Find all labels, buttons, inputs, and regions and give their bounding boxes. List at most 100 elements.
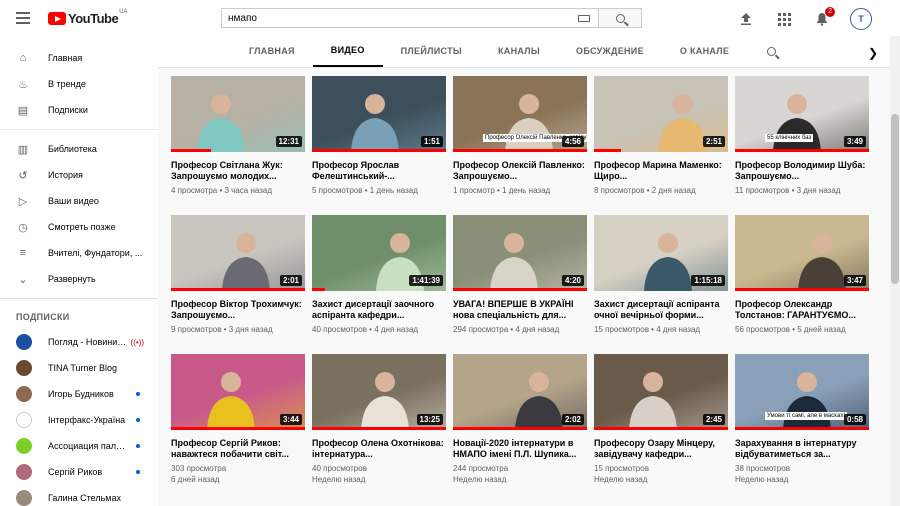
tab-0[interactable]: ГЛАВНАЯ [158,35,313,67]
video-thumbnail[interactable]: 2:02 [453,354,587,430]
notification-count-badge: 2 [825,7,835,17]
subscription-name: Інтерфакс-Україна [48,415,126,425]
channel-tabs: ГЛАВНАЯ ВИДЕО ПЛЕЙЛИСТЫ КАНАЛЫ ОБСУЖДЕНИЕ О К… [158,36,890,68]
notifications-button[interactable]: 2 [812,7,835,29]
sidebar-item[interactable]: ⌂ Главная [0,45,158,71]
video-title[interactable]: Професору Озару Мінцеру, завідувачу кафе… [594,438,728,460]
video-title[interactable]: Професор Олена Охотнікова: інтернатура..… [312,438,446,460]
sidebar-item[interactable]: ▥ Библиотека [0,136,158,162]
video-duration: 2:51 [702,136,725,147]
video-title[interactable]: Професор Сергій Риков: наважтеся побачит… [171,438,305,460]
scrollbar[interactable] [890,36,900,506]
youtube-logo[interactable]: YouTube UA [48,9,128,26]
tab-3[interactable]: КАНАЛЫ [480,35,558,67]
tab-4[interactable]: ОБСУЖДЕНИЕ [558,35,662,67]
tab-2[interactable]: ПЛЕЙЛИСТЫ [383,35,480,67]
video-card[interactable]: 1:15:18 Захист дисертації аспіранта очної… [594,215,728,335]
sidebar-item[interactable]: ▷ Ваши видео [0,188,158,214]
video-card[interactable]: 4:20 УВАГА! ВПЕРШЕ В УКРАЇНІ нова спеціал… [453,215,587,335]
video-thumbnail[interactable]: 3:47 [735,215,869,291]
search-icon [766,46,776,56]
video-card[interactable]: 1:51 Професор Ярослав Фелештинський-... 5 … [312,76,446,196]
subscription-name: Погляд - Новини ... [48,337,127,347]
video-title[interactable]: Захист дисертації аспіранта очної вечірн… [594,299,728,321]
video-title[interactable]: Професор Марина Маменко: Щиро... [594,160,728,182]
menu-icon[interactable] [16,12,30,24]
video-title[interactable]: УВАГА! ВПЕРШЕ В УКРАЇНІ нова спеціальніс… [453,299,587,321]
video-card[interactable]: 2:01 Професор Віктор Трохимчук: Запрошуєм… [171,215,305,335]
subscription-item[interactable]: Галина Стельмах [0,485,158,506]
video-card[interactable]: 2:51 Професор Марина Маменко: Щиро... 8 пр… [594,76,728,196]
video-thumbnail[interactable]: 55 клінічних баз 3:49 [735,76,869,152]
video-duration: 0:58 [843,414,866,425]
thumbnail-caption: 55 клінічних баз [765,134,814,142]
tab-5[interactable]: О КАНАЛЕ [662,35,747,67]
video-views: 40 просмотров [312,325,367,334]
video-thumbnail[interactable]: 2:01 [171,215,305,291]
video-card[interactable]: Умови ті самі, але в масках! 0:58 Зарахува… [735,354,869,485]
scrollbar-thumb[interactable] [891,114,899,284]
channel-search-button[interactable] [751,35,791,67]
account-avatar[interactable]: Т [850,8,872,30]
video-card[interactable]: 55 клінічних баз 3:49 Професор Володимир Ш… [735,76,869,196]
subscription-item[interactable]: TINA Turner Blog [0,355,158,381]
search-input[interactable] [228,12,568,24]
chevron-right-icon[interactable]: ❯ [868,46,878,60]
keyboard-icon[interactable] [578,15,590,22]
video-thumbnail[interactable]: 1:41:39 [312,215,446,291]
video-card[interactable]: Професор Олексій Павленко, завідувач каф… [453,76,587,196]
video-thumbnail[interactable]: 1:51 [312,76,446,152]
video-thumbnail[interactable]: 3:44 [171,354,305,430]
video-title[interactable]: Професор Віктор Трохимчук: Запрошуємо... [171,299,305,321]
video-thumbnail[interactable]: Професор Олексій Павленко, завідувач каф… [453,76,587,152]
video-thumbnail[interactable]: 2:51 [594,76,728,152]
subscription-item[interactable]: Погляд - Новини ... ((•)) [0,329,158,355]
video-thumbnail[interactable]: 4:20 [453,215,587,291]
video-age: Неделю назад [735,475,789,484]
video-thumbnail[interactable]: 13:25 [312,354,446,430]
your-videos-icon: ▷ [18,195,28,208]
video-title[interactable]: Професор Олександр Толстанов: ГАРАНТУЄМО… [735,299,869,321]
video-title[interactable]: Зарахування в інтернатуру відбуватиметьс… [735,438,869,460]
video-title[interactable]: Професор Ярослав Фелештинський-... [312,160,446,182]
video-thumbnail[interactable]: Умови ті самі, але в масках! 0:58 [735,354,869,430]
video-thumbnail[interactable]: 1:15:18 [594,215,728,291]
sidebar-item[interactable]: ↺ История [0,162,158,188]
video-card[interactable]: 13:25 Професор Олена Охотнікова: інтернат… [312,354,446,485]
video-views: 9 просмотров [171,325,222,334]
sidebar-item[interactable]: ▤ Подписки [0,97,158,123]
video-title[interactable]: Професор Світлана Жук: Запрошуємо молоди… [171,160,305,182]
live-icon: ((•)) [130,337,144,347]
video-card[interactable]: 3:47 Професор Олександр Толстанов: ГАРАНТ… [735,215,869,335]
subscription-item[interactable]: Ассоциация паллиа... [0,433,158,459]
video-metadata: 1 просмотр • 1 день назад [453,185,587,196]
video-thumbnail[interactable]: 12:31 [171,76,305,152]
video-card[interactable]: 1:41:39 Захист дисертації заочного аспіра… [312,215,446,335]
search-button[interactable] [598,8,642,28]
video-thumbnail[interactable]: 2:45 [594,354,728,430]
sidebar-item[interactable]: ≡ Вчителі, Фундатори, ... [0,240,158,266]
subscription-item[interactable]: Інтерфакс-Україна [0,407,158,433]
video-title[interactable]: Захист дисертації заочного аспіранта каф… [312,299,446,321]
meta-separator: • [789,186,797,195]
video-metadata: 8 просмотров • 2 дня назад [594,185,728,196]
sidebar-item[interactable]: ♨ В тренде [0,71,158,97]
sidebar-item[interactable]: ⌄ Развернуть [0,266,158,292]
sidebar-item[interactable]: ◷ Смотреть позже [0,214,158,240]
video-card[interactable]: 2:02 Новації-2020 інтернатури в НМАПО іме… [453,354,587,485]
top-bar: YouTube UA 2 Т [0,0,900,36]
video-card[interactable]: 3:44 Професор Сергій Риков: наважтеся поб… [171,354,305,485]
subscription-item[interactable]: Игорь Будников [0,381,158,407]
video-views: 11 просмотров [735,186,790,195]
apps-icon[interactable] [774,9,794,29]
subscriptions-icon: ▤ [17,104,29,117]
video-title[interactable]: Професор Володимир Шуба: Запрошуємо... [735,160,869,182]
tab-1[interactable]: ВИДЕО [312,35,383,67]
search-field[interactable] [221,8,598,28]
video-title[interactable]: Професор Олексій Павленко: Запрошуємо... [453,160,587,182]
video-card[interactable]: 2:45 Професору Озару Мінцеру, завідувачу … [594,354,728,485]
subscription-item[interactable]: Сергій Риков [0,459,158,485]
video-card[interactable]: 12:31 Професор Світлана Жук: Запрошуємо м… [171,76,305,196]
video-title[interactable]: Новації-2020 інтернатури в НМАПО імені П… [453,438,587,460]
upload-icon[interactable] [736,9,756,29]
